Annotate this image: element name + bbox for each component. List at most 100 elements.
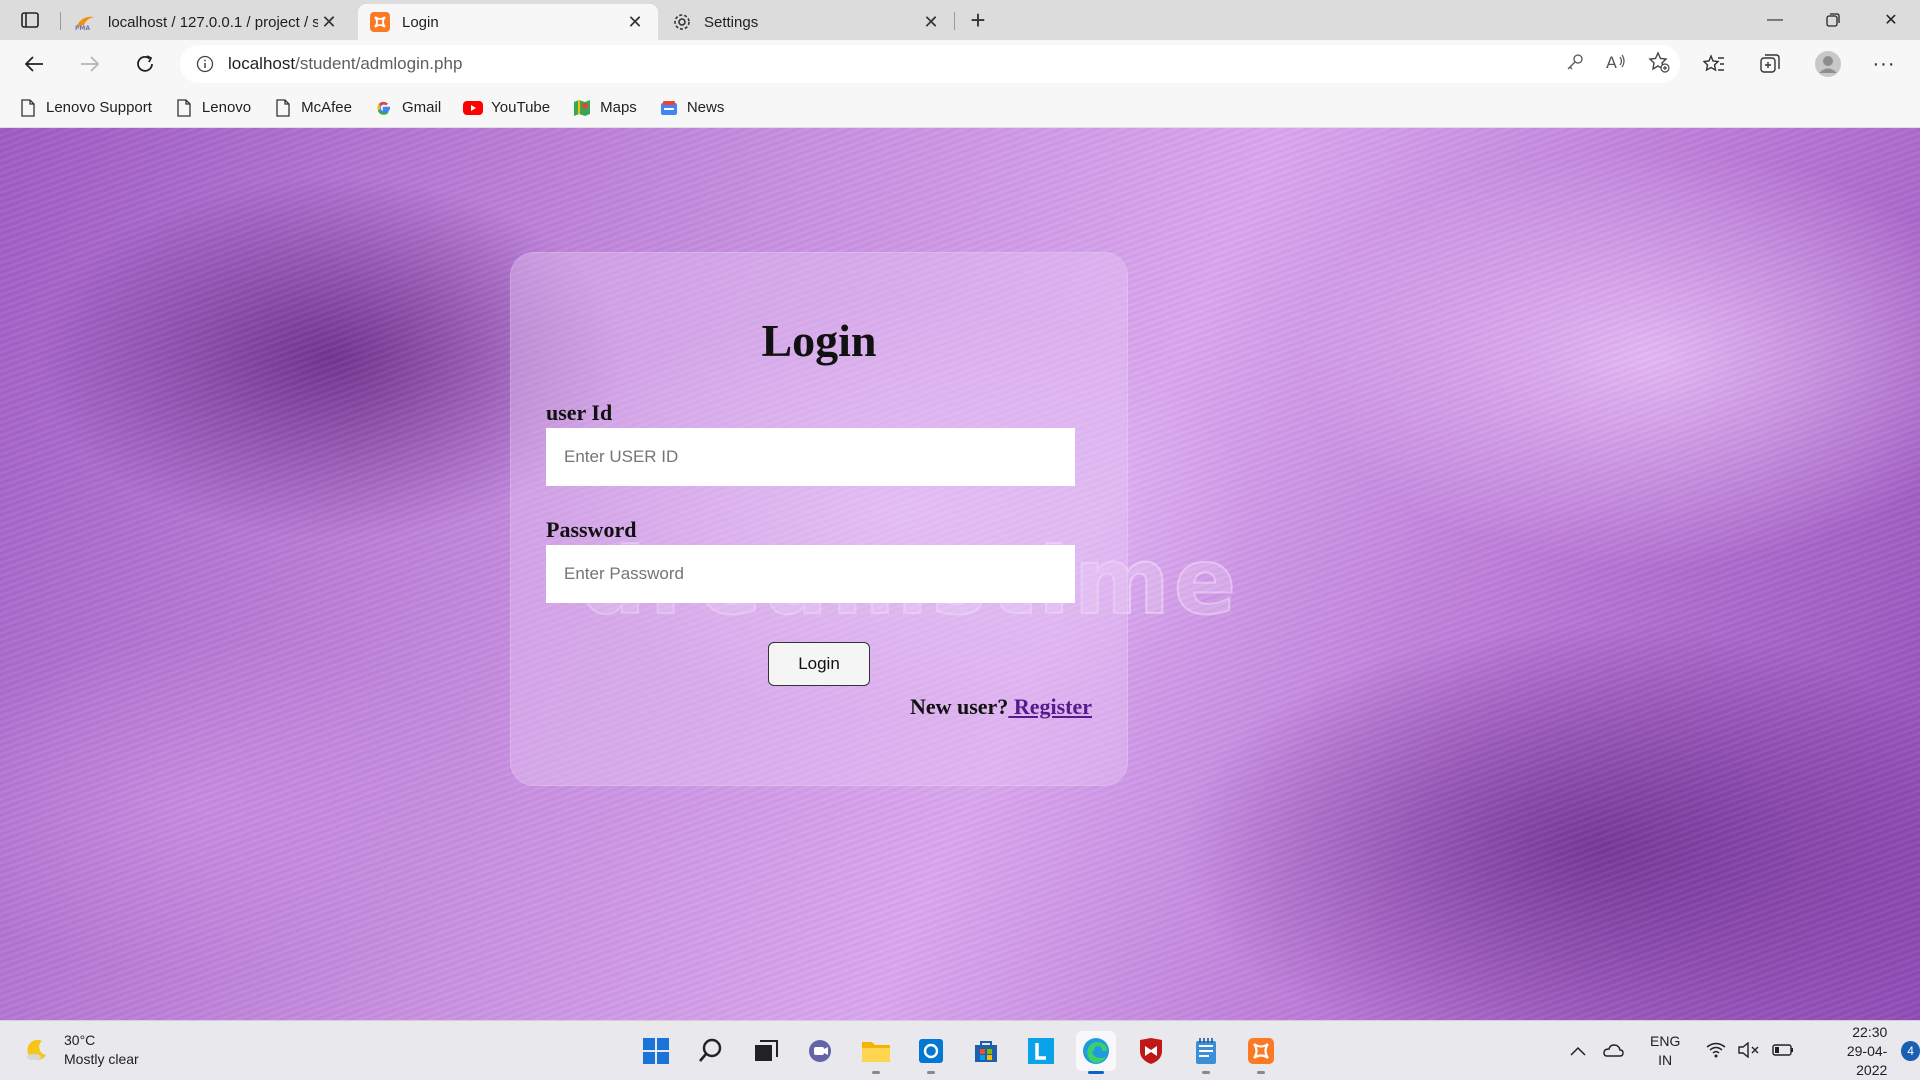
userid-label: user Id	[546, 400, 613, 425]
xampp-icon	[370, 12, 390, 32]
url-text: localhost/student/admlogin.php	[228, 54, 462, 74]
start-button[interactable]	[636, 1031, 676, 1071]
store-button[interactable]	[966, 1031, 1006, 1071]
lenovo-l-icon	[1028, 1038, 1054, 1064]
outlook-button[interactable]	[911, 1031, 951, 1074]
favorite-maps[interactable]: Maps	[572, 98, 637, 118]
moon-icon	[27, 1039, 46, 1060]
running-indicator	[1088, 1071, 1104, 1074]
svg-text:A: A	[1606, 53, 1617, 71]
tab-close-icon[interactable]: ✕	[624, 11, 646, 33]
running-indicator	[1202, 1071, 1210, 1074]
password-input[interactable]	[546, 545, 1075, 603]
mcafee-shield-icon	[1140, 1038, 1162, 1064]
close-icon: ✕	[1884, 12, 1898, 29]
favorite-lenovo-support[interactable]: Lenovo Support	[18, 98, 152, 118]
add-favorite-icon[interactable]	[1648, 50, 1670, 78]
plus-icon: +	[970, 4, 986, 35]
tab-login[interactable]: Login ✕	[358, 4, 658, 40]
page-icon	[273, 98, 293, 118]
battery-icon[interactable]	[1772, 1043, 1794, 1060]
lenovo-vantage-button[interactable]	[1021, 1031, 1061, 1071]
key-icon[interactable]	[1566, 53, 1584, 76]
file-explorer-button[interactable]	[856, 1031, 896, 1074]
mcafee-button[interactable]	[1131, 1031, 1171, 1071]
favorites-icon	[1703, 54, 1724, 72]
tab-close-icon[interactable]: ✕	[920, 11, 942, 33]
volume-muted-icon[interactable]	[1738, 1041, 1760, 1061]
favorite-lenovo[interactable]: Lenovo	[174, 98, 251, 118]
running-indicator	[927, 1071, 935, 1074]
gear-icon	[674, 14, 690, 30]
new-tab-button[interactable]: +	[960, 4, 996, 36]
tab-title: Settings	[704, 13, 759, 31]
restore-icon	[1826, 13, 1840, 27]
tab-close-icon[interactable]: ✕	[318, 11, 340, 33]
more-icon: ···	[1872, 52, 1896, 75]
favorite-news[interactable]: News	[659, 98, 725, 118]
onedrive-icon[interactable]	[1602, 1043, 1624, 1060]
weather-temperature: 30°C	[64, 1032, 96, 1048]
minimize-button[interactable]: —	[1746, 0, 1804, 40]
show-hidden-icons-button[interactable]	[1570, 1043, 1586, 1059]
favorite-label: News	[686, 99, 725, 116]
language-indicator[interactable]: ENG IN	[1650, 1032, 1680, 1070]
refresh-button[interactable]	[127, 46, 163, 82]
tab-actions-icon	[21, 12, 39, 28]
notification-badge[interactable]: 4	[1901, 1041, 1920, 1061]
login-button[interactable]: Login	[768, 642, 870, 686]
login-card: Login user Id Password Login New user? R…	[510, 252, 1128, 786]
favorite-gmail[interactable]: Gmail	[374, 98, 441, 118]
xampp-icon	[1248, 1038, 1274, 1064]
browser-toolbar: localhost/student/admlogin.php A ···	[0, 40, 1920, 88]
page-viewport: dreamstime Login user Id Password Login …	[0, 128, 1920, 1020]
clock[interactable]: 22:30 29-04-2022	[1820, 1023, 1887, 1080]
xampp-button[interactable]	[1241, 1031, 1281, 1074]
phpmyadmin-icon: PMA	[75, 16, 94, 31]
userid-input[interactable]	[546, 428, 1075, 486]
maps-icon	[572, 98, 592, 118]
page-icon	[18, 98, 38, 118]
register-link[interactable]: Register	[1008, 694, 1092, 719]
address-bar[interactable]: localhost/student/admlogin.php A	[180, 45, 1680, 83]
favorite-youtube[interactable]: YouTube	[463, 98, 550, 118]
back-button[interactable]	[16, 46, 52, 82]
notepad-icon	[1196, 1038, 1216, 1064]
collections-button[interactable]	[1752, 46, 1788, 82]
profile-button[interactable]	[1810, 46, 1846, 82]
task-view-button[interactable]	[746, 1031, 786, 1071]
google-icon	[374, 98, 394, 118]
tab-separator	[954, 12, 955, 30]
chat-icon	[809, 1040, 831, 1062]
read-aloud-icon[interactable]: A	[1606, 53, 1626, 76]
tab-settings[interactable]: Settings ✕	[660, 4, 954, 40]
edge-button[interactable]	[1076, 1031, 1116, 1074]
task-view-icon	[755, 1040, 778, 1061]
system-tray: ENG IN 22:30 29-04-2022 4	[1570, 1021, 1920, 1080]
tab-actions-button[interactable]	[0, 0, 60, 40]
arrow-right-icon	[81, 56, 100, 72]
tab-phpmyadmin[interactable]: PMA localhost / 127.0.0.1 / project / st…	[62, 4, 352, 40]
favorites-button[interactable]	[1696, 46, 1732, 82]
wifi-icon[interactable]	[1706, 1042, 1726, 1061]
favorite-label: YouTube	[491, 99, 551, 116]
chevron-up-icon	[1570, 1046, 1586, 1056]
teams-chat-button[interactable]	[801, 1031, 841, 1071]
taskbar-apps	[636, 1029, 1296, 1074]
outlook-icon	[919, 1039, 943, 1063]
favorite-label: Gmail	[402, 99, 442, 116]
store-icon	[975, 1041, 997, 1062]
settings-menu-button[interactable]: ···	[1866, 46, 1902, 82]
weather-widget[interactable]: 30°C Mostly clear	[24, 1031, 139, 1069]
site-info-icon[interactable]	[194, 53, 216, 75]
search-button[interactable]	[691, 1031, 731, 1071]
favorite-mcafee[interactable]: McAfee	[273, 98, 352, 118]
tab-title: localhost / 127.0.0.1 / project / st	[108, 13, 318, 31]
close-window-button[interactable]: ✕	[1862, 0, 1920, 40]
page-title: Login	[761, 315, 877, 366]
minimize-icon: —	[1767, 11, 1783, 28]
restore-button[interactable]	[1804, 0, 1862, 40]
forward-button[interactable]	[72, 46, 108, 82]
tab-title: Login	[402, 13, 439, 31]
notepad-button[interactable]	[1186, 1031, 1226, 1074]
